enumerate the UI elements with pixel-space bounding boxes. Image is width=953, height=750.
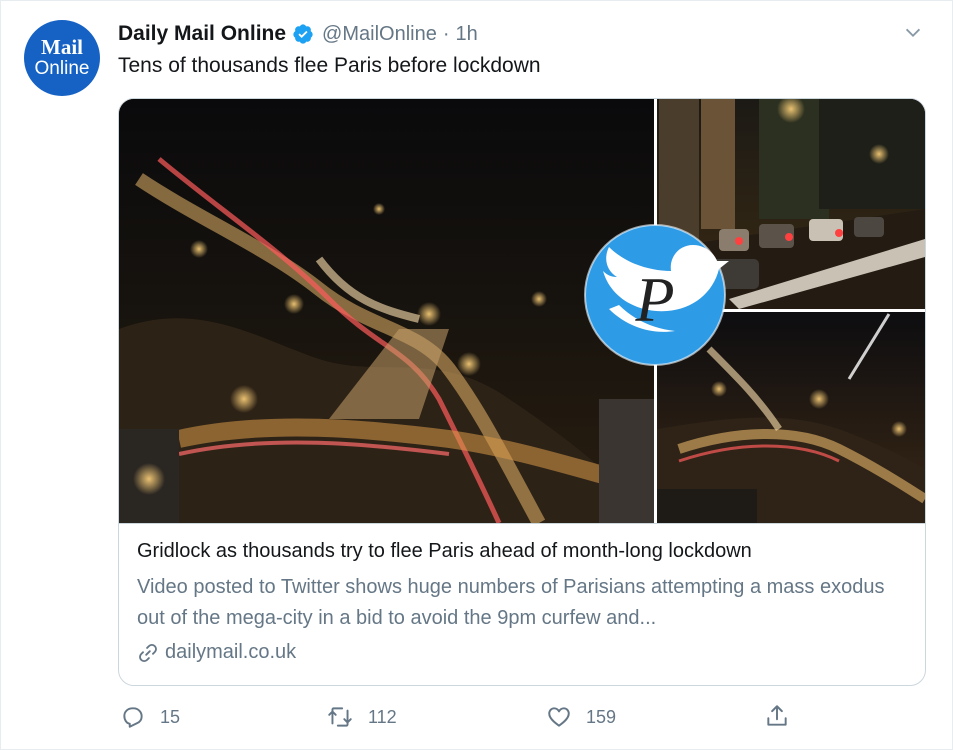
reply-button[interactable]: 15 bbox=[120, 704, 180, 730]
tweet-text: Tens of thousands flee Paris before lock… bbox=[118, 54, 541, 77]
like-button[interactable]: 159 bbox=[546, 704, 616, 730]
card-media[interactable]: P bbox=[119, 99, 925, 523]
tweet-actions: 15 112 159 bbox=[0, 702, 953, 732]
display-name[interactable]: Daily Mail Online bbox=[118, 22, 286, 46]
reply-count: 15 bbox=[160, 706, 181, 727]
reply-icon bbox=[123, 707, 143, 728]
avatar[interactable]: Mail Online bbox=[24, 20, 100, 96]
watermark-letter: P bbox=[634, 264, 674, 335]
retweet-icon bbox=[328, 707, 352, 727]
avatar-logo-line2: Online bbox=[34, 58, 90, 79]
card-domain[interactable]: dailymail.co.uk bbox=[137, 641, 296, 664]
card-description: Video posted to Twitter shows huge numbe… bbox=[137, 576, 885, 629]
retweet-count: 112 bbox=[368, 706, 397, 727]
like-count: 159 bbox=[586, 706, 617, 727]
media-collage: P bbox=[119, 99, 925, 523]
tweet-header: Daily Mail Online @MailOnline · 1h bbox=[118, 20, 478, 48]
separator-dot: · bbox=[442, 22, 450, 45]
user-handle[interactable]: @MailOnline bbox=[322, 23, 437, 46]
card-title: Gridlock as thousands try to flee Paris … bbox=[137, 540, 752, 562]
chevron-down-icon[interactable] bbox=[902, 22, 924, 44]
avatar-logo-line1: Mail bbox=[41, 35, 83, 59]
verified-badge-icon bbox=[293, 24, 313, 44]
heart-icon bbox=[548, 707, 570, 727]
card-body[interactable]: Gridlock as thousands try to flee Paris … bbox=[119, 523, 925, 685]
link-card[interactable]: P Gridlock as thousands try to flee Pari… bbox=[118, 98, 926, 686]
retweet-button[interactable]: 112 bbox=[326, 704, 397, 730]
share-button[interactable] bbox=[764, 703, 790, 729]
link-icon bbox=[139, 643, 157, 662]
photo-highway-aerial bbox=[119, 99, 657, 523]
share-icon bbox=[767, 705, 787, 726]
timestamp[interactable]: 1h bbox=[456, 23, 478, 46]
card-domain-text: dailymail.co.uk bbox=[165, 641, 297, 663]
